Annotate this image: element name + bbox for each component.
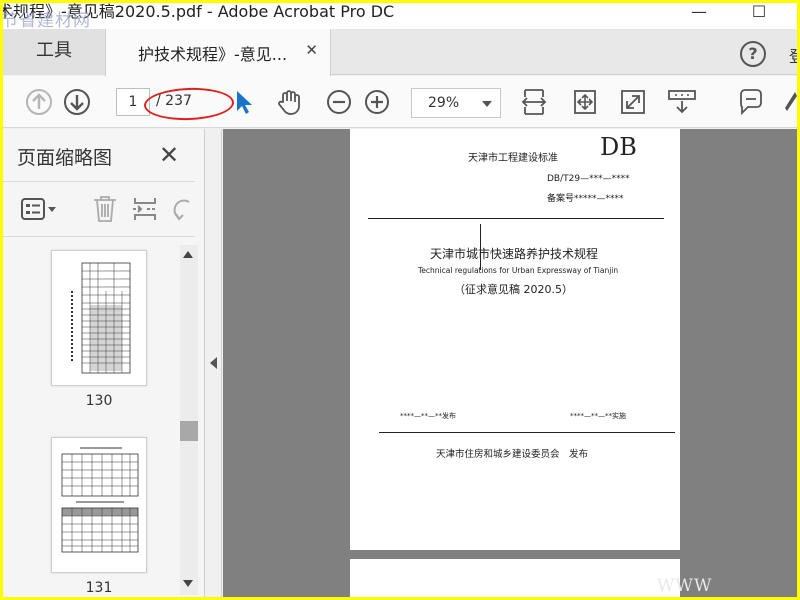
zoom-out-icon[interactable] [325, 88, 353, 116]
draft-note: （征求意见稿 2020.5） [454, 283, 573, 296]
highlight-pen-icon[interactable] [783, 88, 797, 116]
watermark-text: WWW [657, 576, 713, 596]
comment-icon[interactable] [737, 88, 765, 116]
rotate-page-icon[interactable] [173, 196, 193, 222]
thumbnails-pane: 页面缩略图 ✕ 130 131 [3, 129, 205, 597]
publisher: 天津市住房和城乡建设委员会 发布 [436, 449, 589, 460]
insert-page-icon[interactable] [131, 194, 161, 224]
db-mark: DB [600, 133, 637, 161]
document-title-en: Technical regulations for Urban Expressw… [418, 266, 619, 275]
page-thumbnail[interactable] [51, 437, 147, 573]
thumbnail-131-image [61, 447, 139, 553]
watermark-logo: 节省建材网 [3, 11, 91, 31]
sign-in-button[interactable]: 登 [789, 43, 797, 67]
pane-splitter[interactable] [206, 129, 222, 597]
thumbnails-pane-title: 页面缩略图 [17, 147, 113, 169]
tab-document-label: 护技术规程》-意见... [138, 45, 288, 64]
zoom-select[interactable]: 29% [411, 88, 501, 118]
thumbnail-130-image [71, 262, 131, 374]
red-annotation-ellipse [143, 86, 235, 122]
page-thumbnail[interactable] [51, 250, 147, 386]
pdf-page-next [350, 559, 680, 597]
previous-page-icon[interactable] [25, 88, 53, 116]
document-view[interactable]: 天津市工程建设标准 DB DB/T29—***—**** 备案号*****—**… [223, 129, 797, 597]
hand-tool-icon[interactable] [275, 88, 303, 116]
select-tool-icon[interactable] [231, 88, 259, 116]
thumbnail-tools [3, 181, 195, 237]
tab-bar: 工具 护技术规程》-意见... ✕ ? 登 [3, 29, 797, 76]
minimize-button[interactable]: — [679, 3, 719, 25]
effective-date: ****—**—**实施 [570, 412, 626, 420]
thumbnails-scrollbar[interactable] [180, 245, 198, 595]
collapse-pane-icon[interactable] [210, 357, 217, 369]
title-bar: 术规程》-意见稿2020.5.pdf - Adobe Acrobat Pro D… [3, 3, 797, 31]
pdf-page: 天津市工程建设标准 DB DB/T29—***—**** 备案号*****—**… [350, 129, 680, 550]
full-screen-icon[interactable] [619, 88, 647, 116]
thumbnail-label: 131 [85, 580, 113, 596]
delete-page-icon[interactable] [91, 194, 119, 224]
close-pane-icon[interactable]: ✕ [159, 141, 179, 169]
standard-header: 天津市工程建设标准 [468, 153, 558, 164]
close-tab-icon[interactable]: ✕ [305, 41, 318, 59]
zoom-value: 29% [428, 95, 460, 111]
scroll-mode-icon[interactable] [667, 88, 697, 116]
header-rule [368, 218, 664, 219]
next-page-icon[interactable] [63, 88, 91, 116]
fit-page-icon[interactable] [521, 88, 551, 116]
record-number: 备案号*****—**** [547, 194, 624, 204]
document-title-cn: 天津市城市快速路养护技术规程 [430, 247, 599, 261]
footer-rule [379, 432, 675, 433]
zoom-in-icon[interactable] [363, 88, 391, 116]
rotate-view-icon[interactable] [571, 88, 599, 116]
scroll-up-icon[interactable] [183, 251, 193, 258]
tab-document[interactable]: 护技术规程》-意见... ✕ [105, 29, 331, 76]
acrobat-window: 术规程》-意见稿2020.5.pdf - Adobe Acrobat Pro D… [3, 3, 797, 597]
options-menu-icon[interactable] [19, 196, 61, 222]
standard-code: DB/T29—***—**** [547, 174, 630, 184]
publish-date: ****—**—**发布 [400, 412, 456, 420]
scroll-down-icon[interactable] [183, 580, 193, 587]
scroll-thumb[interactable] [180, 421, 198, 441]
toolbar: 1 / 237 29% [3, 76, 797, 128]
thumbnail-label: 130 [85, 393, 113, 409]
tab-tools[interactable]: 工具 [3, 29, 105, 75]
help-icon[interactable]: ? [740, 41, 766, 67]
chevron-down-icon [482, 101, 492, 107]
maximize-button[interactable]: ☐ [739, 3, 779, 25]
